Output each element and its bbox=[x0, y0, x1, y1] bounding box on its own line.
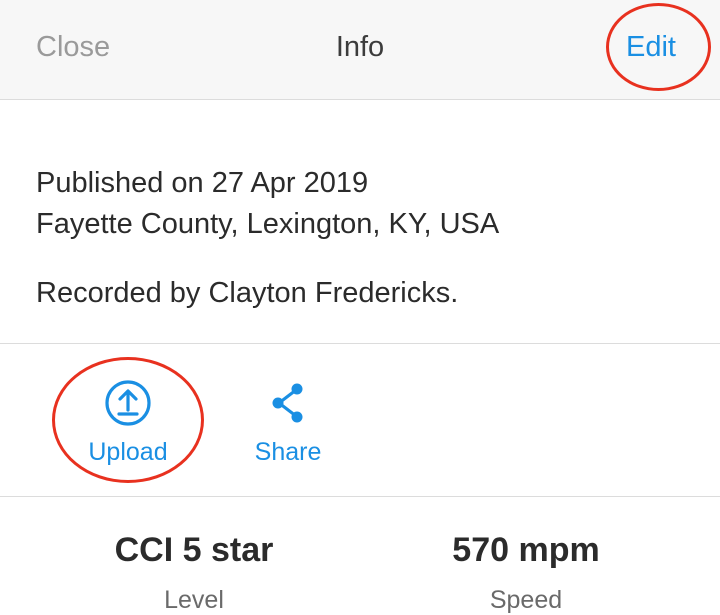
info-section: Published on 27 Apr 2019 Fayette County,… bbox=[0, 100, 720, 344]
nav-bar: Close Info Edit bbox=[0, 0, 720, 100]
published-date: Published on 27 Apr 2019 bbox=[36, 167, 369, 199]
recorded-by: Recorded by Clayton Fredericks. bbox=[36, 277, 459, 309]
stats-section: CCI 5 star Level 570 mpm Speed bbox=[0, 497, 720, 615]
close-button[interactable]: Close bbox=[36, 28, 110, 66]
share-icon bbox=[272, 383, 303, 423]
speed-caption: Speed bbox=[489, 586, 563, 614]
upload-circle-icon bbox=[105, 380, 151, 426]
level-value: CCI 5 star bbox=[114, 531, 274, 569]
upload-button[interactable]: Upload bbox=[53, 344, 203, 496]
share-label: Share bbox=[254, 438, 322, 466]
edit-button[interactable]: Edit bbox=[626, 28, 676, 66]
location: Fayette County, Lexington, KY, USA bbox=[36, 208, 500, 240]
action-bar: Upload Share bbox=[0, 344, 720, 497]
info-screen: Close Info Edit Published on 27 Apr 2019… bbox=[0, 0, 720, 615]
share-button[interactable]: Share bbox=[213, 344, 363, 496]
level-stat: CCI 5 star Level bbox=[14, 497, 374, 615]
upload-label: Upload bbox=[88, 438, 168, 466]
speed-stat: 570 mpm Speed bbox=[346, 497, 706, 615]
level-caption: Level bbox=[164, 586, 224, 614]
speed-value: 570 mpm bbox=[452, 531, 600, 569]
